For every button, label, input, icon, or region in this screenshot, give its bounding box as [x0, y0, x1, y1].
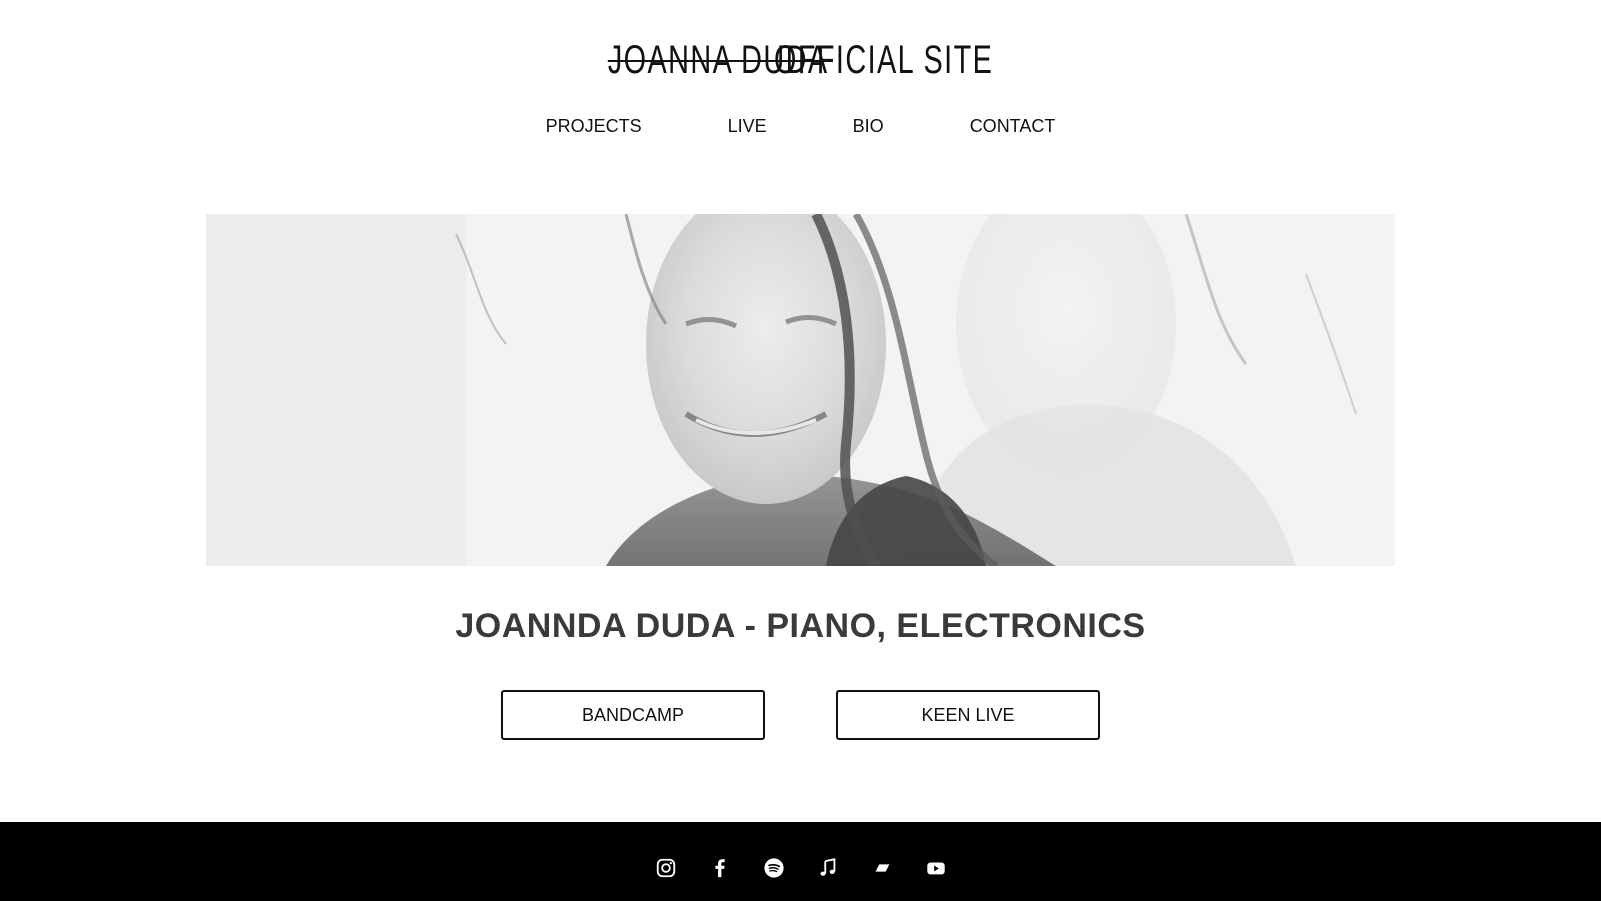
- nav-item-projects[interactable]: PROJECTS: [546, 112, 642, 140]
- page-title: JOANNDA DUDA - PIANO, ELECTRONICS: [455, 607, 1146, 645]
- bandcamp-button[interactable]: BANDCAMP: [501, 690, 765, 740]
- logo-suffix: OFFICIAL SITE: [774, 38, 994, 82]
- main-nav: PROJECTS LIVE BIO CONTACT: [0, 112, 1601, 140]
- deezer-icon[interactable]: [870, 856, 894, 880]
- instagram-icon[interactable]: [654, 856, 678, 880]
- nav-item-bio[interactable]: BIO: [853, 112, 884, 140]
- site-logo[interactable]: JOANNA DUDAOFFICIAL SITE: [0, 36, 1601, 84]
- link-buttons: BANDCAMP KEEN LIVE: [0, 690, 1601, 740]
- social-links: [0, 856, 1601, 880]
- keen-live-button[interactable]: KEEN LIVE: [836, 690, 1100, 740]
- footer: [0, 822, 1601, 901]
- nav-item-contact[interactable]: CONTACT: [970, 112, 1056, 140]
- spotify-icon[interactable]: [762, 856, 786, 880]
- facebook-icon[interactable]: [708, 856, 732, 880]
- youtube-icon[interactable]: [924, 856, 948, 880]
- nav-item-live[interactable]: LIVE: [728, 112, 767, 140]
- apple-music-icon[interactable]: [816, 856, 840, 880]
- hero-image: [206, 214, 1395, 566]
- portrait-photo-icon: [206, 214, 1395, 566]
